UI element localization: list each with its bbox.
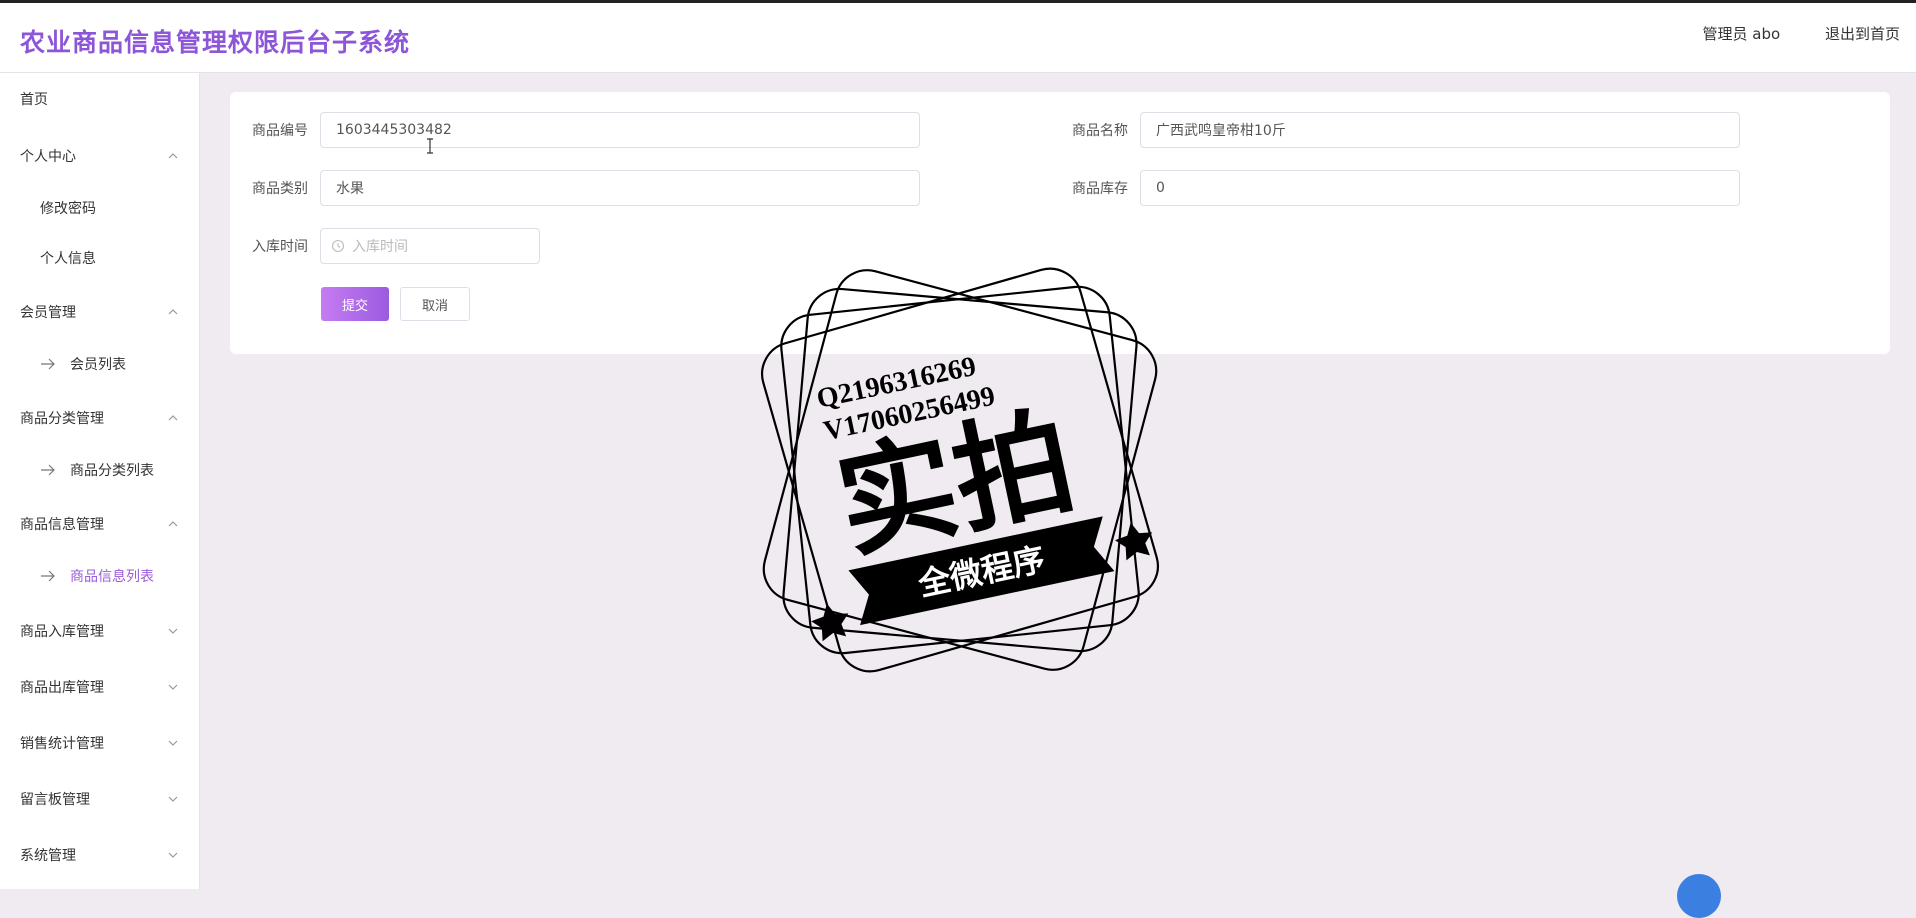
sidebar-item-sales-statistics[interactable]: 销售统计管理 (0, 723, 200, 763)
sidebar-item-member-management[interactable]: 会员管理 (0, 292, 200, 332)
sidebar-item-category-management[interactable]: 商品分类管理 (0, 398, 200, 438)
chevron-down-icon (166, 792, 180, 806)
sidebar-item-home[interactable]: 首页 (0, 79, 200, 119)
sidebar-item-label: 商品出库管理 (20, 680, 104, 696)
product-code-label: 商品编号 (252, 123, 308, 139)
sidebar-item-label: 系统管理 (20, 848, 76, 864)
submit-button[interactable]: 提交 (321, 287, 389, 321)
app-title: 农业商品信息管理权限后台子系统 (20, 28, 411, 57)
arrow-right-icon (40, 357, 56, 371)
arrow-right-icon (40, 569, 56, 583)
logout-link[interactable]: 退出到首页 (1825, 25, 1900, 43)
stock-in-time-picker[interactable]: 入库时间 (320, 228, 540, 264)
sidebar-item-label: 会员列表 (70, 357, 126, 373)
sidebar-item-label: 修改密码 (40, 201, 96, 217)
sidebar-item-system-management[interactable]: 系统管理 (0, 835, 200, 875)
sidebar-item-label: 留言板管理 (20, 792, 90, 808)
sidebar-menu: 首页 个人中心 修改密码 个人信息 会员管理 会员列表 商品分类管理 商品分类列… (0, 73, 200, 889)
sidebar-item-label: 会员管理 (20, 305, 76, 321)
sidebar-item-label: 商品分类管理 (20, 411, 104, 427)
sidebar-item-member-list[interactable]: 会员列表 (0, 344, 200, 384)
product-category-label: 商品类别 (252, 181, 308, 197)
sidebar-item-label: 商品信息管理 (20, 517, 104, 533)
sidebar-item-message-board[interactable]: 留言板管理 (0, 779, 200, 819)
chevron-up-icon (166, 305, 180, 319)
product-code-input[interactable]: 1603445303482 (320, 112, 920, 148)
text-cursor-icon (425, 138, 435, 154)
sidebar-item-label: 商品分类列表 (70, 463, 154, 479)
chevron-down-icon (166, 848, 180, 862)
sidebar-item-product-list[interactable]: 商品信息列表 (0, 556, 200, 596)
sidebar-item-stock-in-management[interactable]: 商品入库管理 (0, 611, 200, 651)
stock-in-time-label: 入库时间 (252, 239, 308, 255)
chevron-up-icon (166, 517, 180, 531)
sidebar-item-label: 个人信息 (40, 251, 96, 267)
chevron-down-icon (166, 736, 180, 750)
cancel-button[interactable]: 取消 (400, 287, 470, 321)
product-name-input[interactable]: 广西武鸣皇帝柑10斤 (1140, 112, 1740, 148)
sidebar-item-label: 商品入库管理 (20, 624, 104, 640)
current-user-label: 管理员 abo (1702, 25, 1781, 43)
header-actions: 管理员 abo 退出到首页 (1663, 23, 1900, 44)
top-bar: 农业商品信息管理权限后台子系统 管理员 abo 退出到首页 (0, 0, 1916, 73)
sidebar-item-product-management[interactable]: 商品信息管理 (0, 504, 200, 544)
product-name-label: 商品名称 (1072, 123, 1128, 139)
sidebar-item-label: 商品信息列表 (70, 569, 154, 585)
sidebar-item-label: 首页 (20, 92, 48, 108)
sidebar-item-personal-center[interactable]: 个人中心 (0, 136, 200, 176)
chevron-up-icon (166, 149, 180, 163)
arrow-right-icon (40, 463, 56, 477)
sidebar-item-change-password[interactable]: 修改密码 (0, 188, 200, 228)
floating-action-button[interactable] (1677, 874, 1721, 918)
sidebar-item-label: 个人中心 (20, 149, 76, 165)
product-stock-input[interactable]: 0 (1140, 170, 1740, 206)
chevron-down-icon (166, 680, 180, 694)
sidebar-item-category-list[interactable]: 商品分类列表 (0, 450, 200, 490)
product-stock-label: 商品库存 (1072, 181, 1128, 197)
sidebar-item-personal-info[interactable]: 个人信息 (0, 238, 200, 278)
sidebar-item-label: 销售统计管理 (20, 736, 104, 752)
chevron-down-icon (166, 624, 180, 638)
chevron-up-icon (166, 411, 180, 425)
stock-in-time-placeholder: 入库时间 (352, 239, 408, 255)
watermark-stamp: Q2196316269 V17060256499 实拍 全微程序 (761, 267, 1159, 673)
clock-icon (331, 239, 345, 253)
product-category-input[interactable]: 水果 (320, 170, 920, 206)
sidebar-item-stock-out-management[interactable]: 商品出库管理 (0, 667, 200, 707)
